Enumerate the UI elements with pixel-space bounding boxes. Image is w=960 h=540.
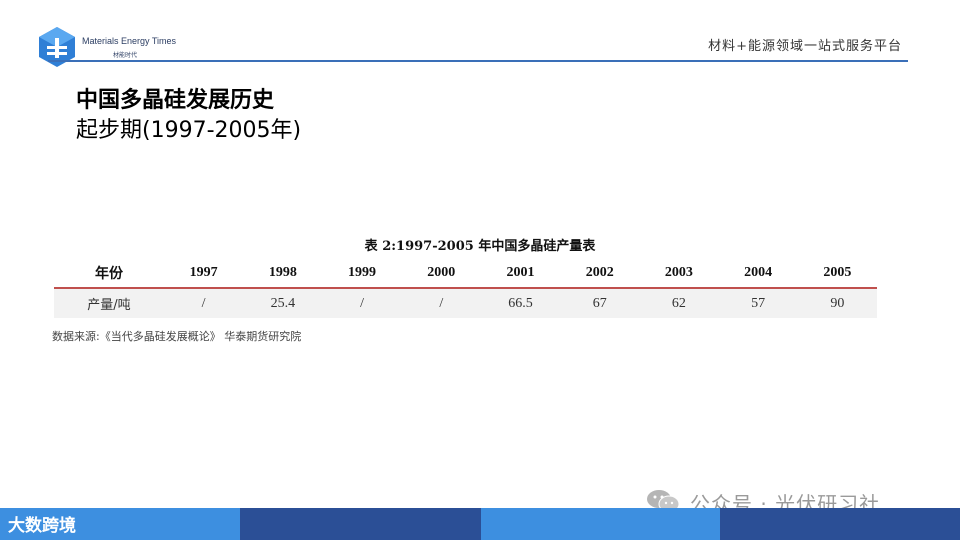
year-cell: 2005 [797,258,877,289]
year-cell: 2002 [560,258,640,289]
year-cell: 2001 [480,258,561,289]
footer-brand-watermark: 大数跨境 [8,516,76,536]
page-title: 中国多晶硅发展历史 [76,88,275,113]
footer-bar [0,508,960,540]
data-source-note: 数据来源:《当代多晶硅发展概论》 华泰期货研究院 [52,330,302,343]
table-header-row: 年份 1997 1998 1999 2000 2001 2002 2003 20… [54,258,877,289]
value-cell: / [401,288,481,318]
value-cell: / [322,288,402,318]
value-cell: 25.4 [243,288,323,318]
value-cell: 90 [797,288,877,318]
year-cell: 1999 [322,258,402,289]
value-cell: 67 [560,288,640,318]
brand-name-cn: 材能时代 [113,52,138,59]
footer-segment [481,508,720,540]
header-year-label: 年份 [54,258,164,289]
footer-segment [720,508,960,540]
header-divider [48,60,908,62]
table-row: 产量/吨 / 25.4 / / 66.5 67 62 57 90 [54,288,877,318]
page-subtitle: 起步期(1997-2005年) [76,118,302,143]
year-cell: 2004 [718,258,798,289]
row-label-output: 产量/吨 [54,288,164,318]
brand-name-en: Materials Energy Times [82,36,177,46]
value-cell: 57 [718,288,798,318]
header-tagline: 材料+能源领域一站式服务平台 [708,39,902,54]
table-caption: 表 2:1997-2005 年中国多晶硅产量表 [364,239,596,254]
year-cell: 2003 [639,258,719,289]
production-table: 年份 1997 1998 1999 2000 2001 2002 2003 20… [54,258,877,318]
footer-segment [240,508,481,540]
value-cell: 62 [639,288,719,318]
year-cell: 2000 [401,258,481,289]
year-cell: 1998 [243,258,323,289]
year-cell: 1997 [164,258,244,289]
value-cell: / [164,288,244,318]
value-cell: 66.5 [480,288,561,318]
